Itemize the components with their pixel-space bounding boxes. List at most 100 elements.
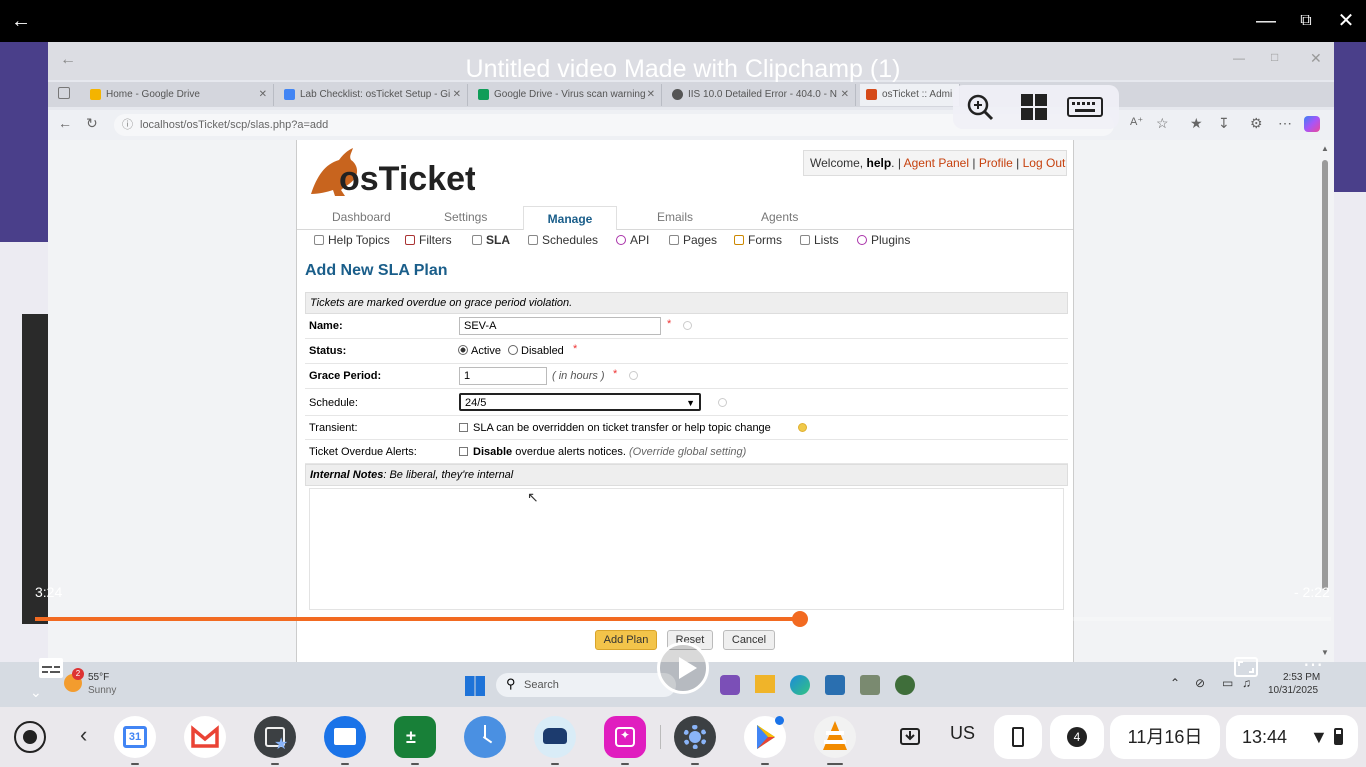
play-store-app-icon[interactable] bbox=[744, 716, 786, 765]
subnav-filters[interactable]: Filters bbox=[405, 233, 452, 247]
help-icon[interactable] bbox=[718, 398, 727, 407]
settings-app-icon[interactable] bbox=[674, 716, 716, 765]
phone-hub-button[interactable] bbox=[994, 715, 1042, 759]
minimize-icon[interactable]: — bbox=[1253, 8, 1279, 34]
subnav-lists[interactable]: Lists bbox=[800, 233, 839, 247]
subnav-forms[interactable]: Forms bbox=[734, 233, 782, 247]
grace-label: Grace Period: bbox=[309, 370, 382, 382]
windows-icon[interactable] bbox=[1019, 92, 1049, 122]
tab-manage[interactable]: Manage bbox=[523, 206, 617, 230]
logout-link[interactable]: Log Out bbox=[1023, 156, 1066, 170]
keyboard-icon[interactable] bbox=[1067, 92, 1103, 122]
play-button[interactable] bbox=[657, 642, 709, 694]
lists-icon bbox=[800, 235, 810, 245]
browser-tab-strip: Home - Google Drive ✕ Lab Checklist: osTi… bbox=[48, 82, 1334, 107]
agent-panel-link[interactable]: Agent Panel bbox=[904, 156, 969, 170]
screenshot-app-icon[interactable]: ★ bbox=[254, 716, 296, 765]
launcher-icon[interactable] bbox=[14, 721, 46, 753]
zoom-in-icon[interactable] bbox=[965, 92, 995, 122]
notes-label: Internal Notes bbox=[310, 469, 384, 481]
star-icon: ☆ bbox=[1156, 115, 1169, 131]
status-label: Status: bbox=[309, 345, 347, 357]
cancel-button[interactable]: Cancel bbox=[723, 630, 775, 650]
chevron-left-icon[interactable]: ‹ bbox=[80, 723, 87, 747]
tab-settings[interactable]: Settings bbox=[444, 210, 487, 224]
sheets-app-icon[interactable]: ± bbox=[394, 716, 436, 765]
alerts-checkbox[interactable] bbox=[459, 447, 468, 456]
drive-icon bbox=[90, 89, 101, 100]
browser-tab: Google Drive - Virus scan warning ✕ bbox=[472, 84, 662, 106]
shelf-date[interactable]: 11月16日 bbox=[1110, 715, 1220, 759]
schedule-row: Schedule: 24/5 ▼ bbox=[305, 389, 1068, 416]
video-frame[interactable]: ← — □ ✕ Home - Google Drive ✕ Lab Checkli… bbox=[0, 42, 1366, 707]
input-method-label[interactable]: US bbox=[950, 723, 975, 744]
browser-tab-active: osTicket :: Admi bbox=[860, 84, 960, 106]
help-topics-icon bbox=[314, 235, 324, 245]
tab-dashboard[interactable]: Dashboard bbox=[332, 210, 391, 224]
profile-link[interactable]: Profile bbox=[979, 156, 1013, 170]
seek-handle[interactable] bbox=[792, 611, 808, 627]
manage-subnav: Help Topics Filters SLA Schedules API Pa… bbox=[297, 230, 1073, 252]
scroll-thumb bbox=[1322, 160, 1328, 590]
vlc-app-icon[interactable] bbox=[814, 716, 856, 765]
wifi-icon: ▼ bbox=[1310, 727, 1328, 747]
tab-agents[interactable]: Agents bbox=[761, 210, 798, 224]
clock-app-icon[interactable] bbox=[464, 716, 506, 758]
aspect-ratio-icon[interactable] bbox=[1234, 657, 1258, 677]
status-disabled-radio[interactable] bbox=[508, 345, 518, 355]
subnav-label: SLA bbox=[486, 233, 510, 247]
help-icon[interactable] bbox=[629, 371, 638, 380]
close-icon[interactable]: ✕ bbox=[1333, 8, 1359, 34]
recorded-background-left bbox=[0, 42, 48, 707]
schedule-select[interactable]: 24/5 ▼ bbox=[459, 393, 701, 411]
calendar-app-icon[interactable]: 31 bbox=[114, 716, 156, 765]
more-options-icon[interactable]: ⋯ bbox=[1303, 652, 1324, 677]
back-arrow-icon[interactable]: ← bbox=[8, 8, 34, 34]
subtitles-icon[interactable] bbox=[38, 657, 64, 679]
name-input[interactable]: SEV-A bbox=[459, 317, 661, 335]
subnav-sla[interactable]: SLA bbox=[472, 233, 510, 247]
tab-emails[interactable]: Emails bbox=[657, 210, 693, 224]
notifications-button[interactable]: 4 bbox=[1050, 715, 1104, 759]
subnav-label: Lists bbox=[814, 233, 839, 247]
subnav-help-topics[interactable]: Help Topics bbox=[314, 233, 390, 247]
files-app-icon[interactable] bbox=[324, 716, 366, 765]
subnav-pages[interactable]: Pages bbox=[669, 233, 717, 247]
internal-notes-editor[interactable] bbox=[309, 488, 1064, 610]
osticket-icon bbox=[866, 89, 877, 100]
subnav-label: Schedules bbox=[542, 233, 599, 247]
tab-label: Home - Google Drive bbox=[106, 89, 200, 100]
add-plan-button[interactable]: Add Plan bbox=[595, 630, 657, 650]
grace-unit: ( in hours ) bbox=[552, 370, 605, 382]
game-app-icon[interactable] bbox=[534, 716, 576, 765]
subnav-api[interactable]: API bbox=[616, 233, 649, 247]
help-icon[interactable] bbox=[798, 423, 807, 432]
maximize-icon[interactable]: ⧉ bbox=[1293, 8, 1319, 34]
subnav-plugins[interactable]: Plugins bbox=[857, 233, 910, 247]
osticket-logo: osTicket bbox=[311, 148, 475, 198]
transient-checkbox[interactable] bbox=[459, 423, 468, 432]
taskbar-date: 10/31/2025 bbox=[1268, 685, 1319, 696]
url-text: localhost/osTicket/scp/slas.php?a=add bbox=[140, 119, 329, 131]
help-icon[interactable] bbox=[683, 321, 692, 330]
status-active-radio[interactable] bbox=[458, 345, 468, 355]
grace-input[interactable]: 1 bbox=[459, 367, 547, 385]
search-placeholder: Search bbox=[524, 679, 559, 691]
seek-bar[interactable] bbox=[35, 611, 1331, 627]
subnav-schedules[interactable]: Schedules bbox=[528, 233, 598, 247]
holding-space-icon[interactable] bbox=[898, 724, 922, 748]
remaining-time: - 2:22 bbox=[1294, 584, 1330, 600]
browser-tab: Home - Google Drive ✕ bbox=[84, 84, 274, 106]
copilot-icon bbox=[1304, 116, 1320, 132]
page-title: Add New SLA Plan bbox=[305, 262, 448, 279]
tab-close-icon: ✕ bbox=[840, 89, 849, 100]
status-tray[interactable]: 13:44 ▼ bbox=[1226, 715, 1358, 759]
network-icon: ⊘ bbox=[1195, 676, 1206, 690]
subnav-label: Plugins bbox=[871, 233, 911, 247]
photo-editor-app-icon[interactable]: ✦ bbox=[604, 716, 646, 765]
shelf-divider bbox=[660, 725, 661, 749]
tab-label: osTicket :: Admi bbox=[882, 89, 953, 100]
gmail-app-icon[interactable] bbox=[184, 716, 226, 758]
chevron-down-icon[interactable]: ⌄ bbox=[30, 684, 42, 701]
search-icon: ⚲ bbox=[506, 676, 516, 691]
